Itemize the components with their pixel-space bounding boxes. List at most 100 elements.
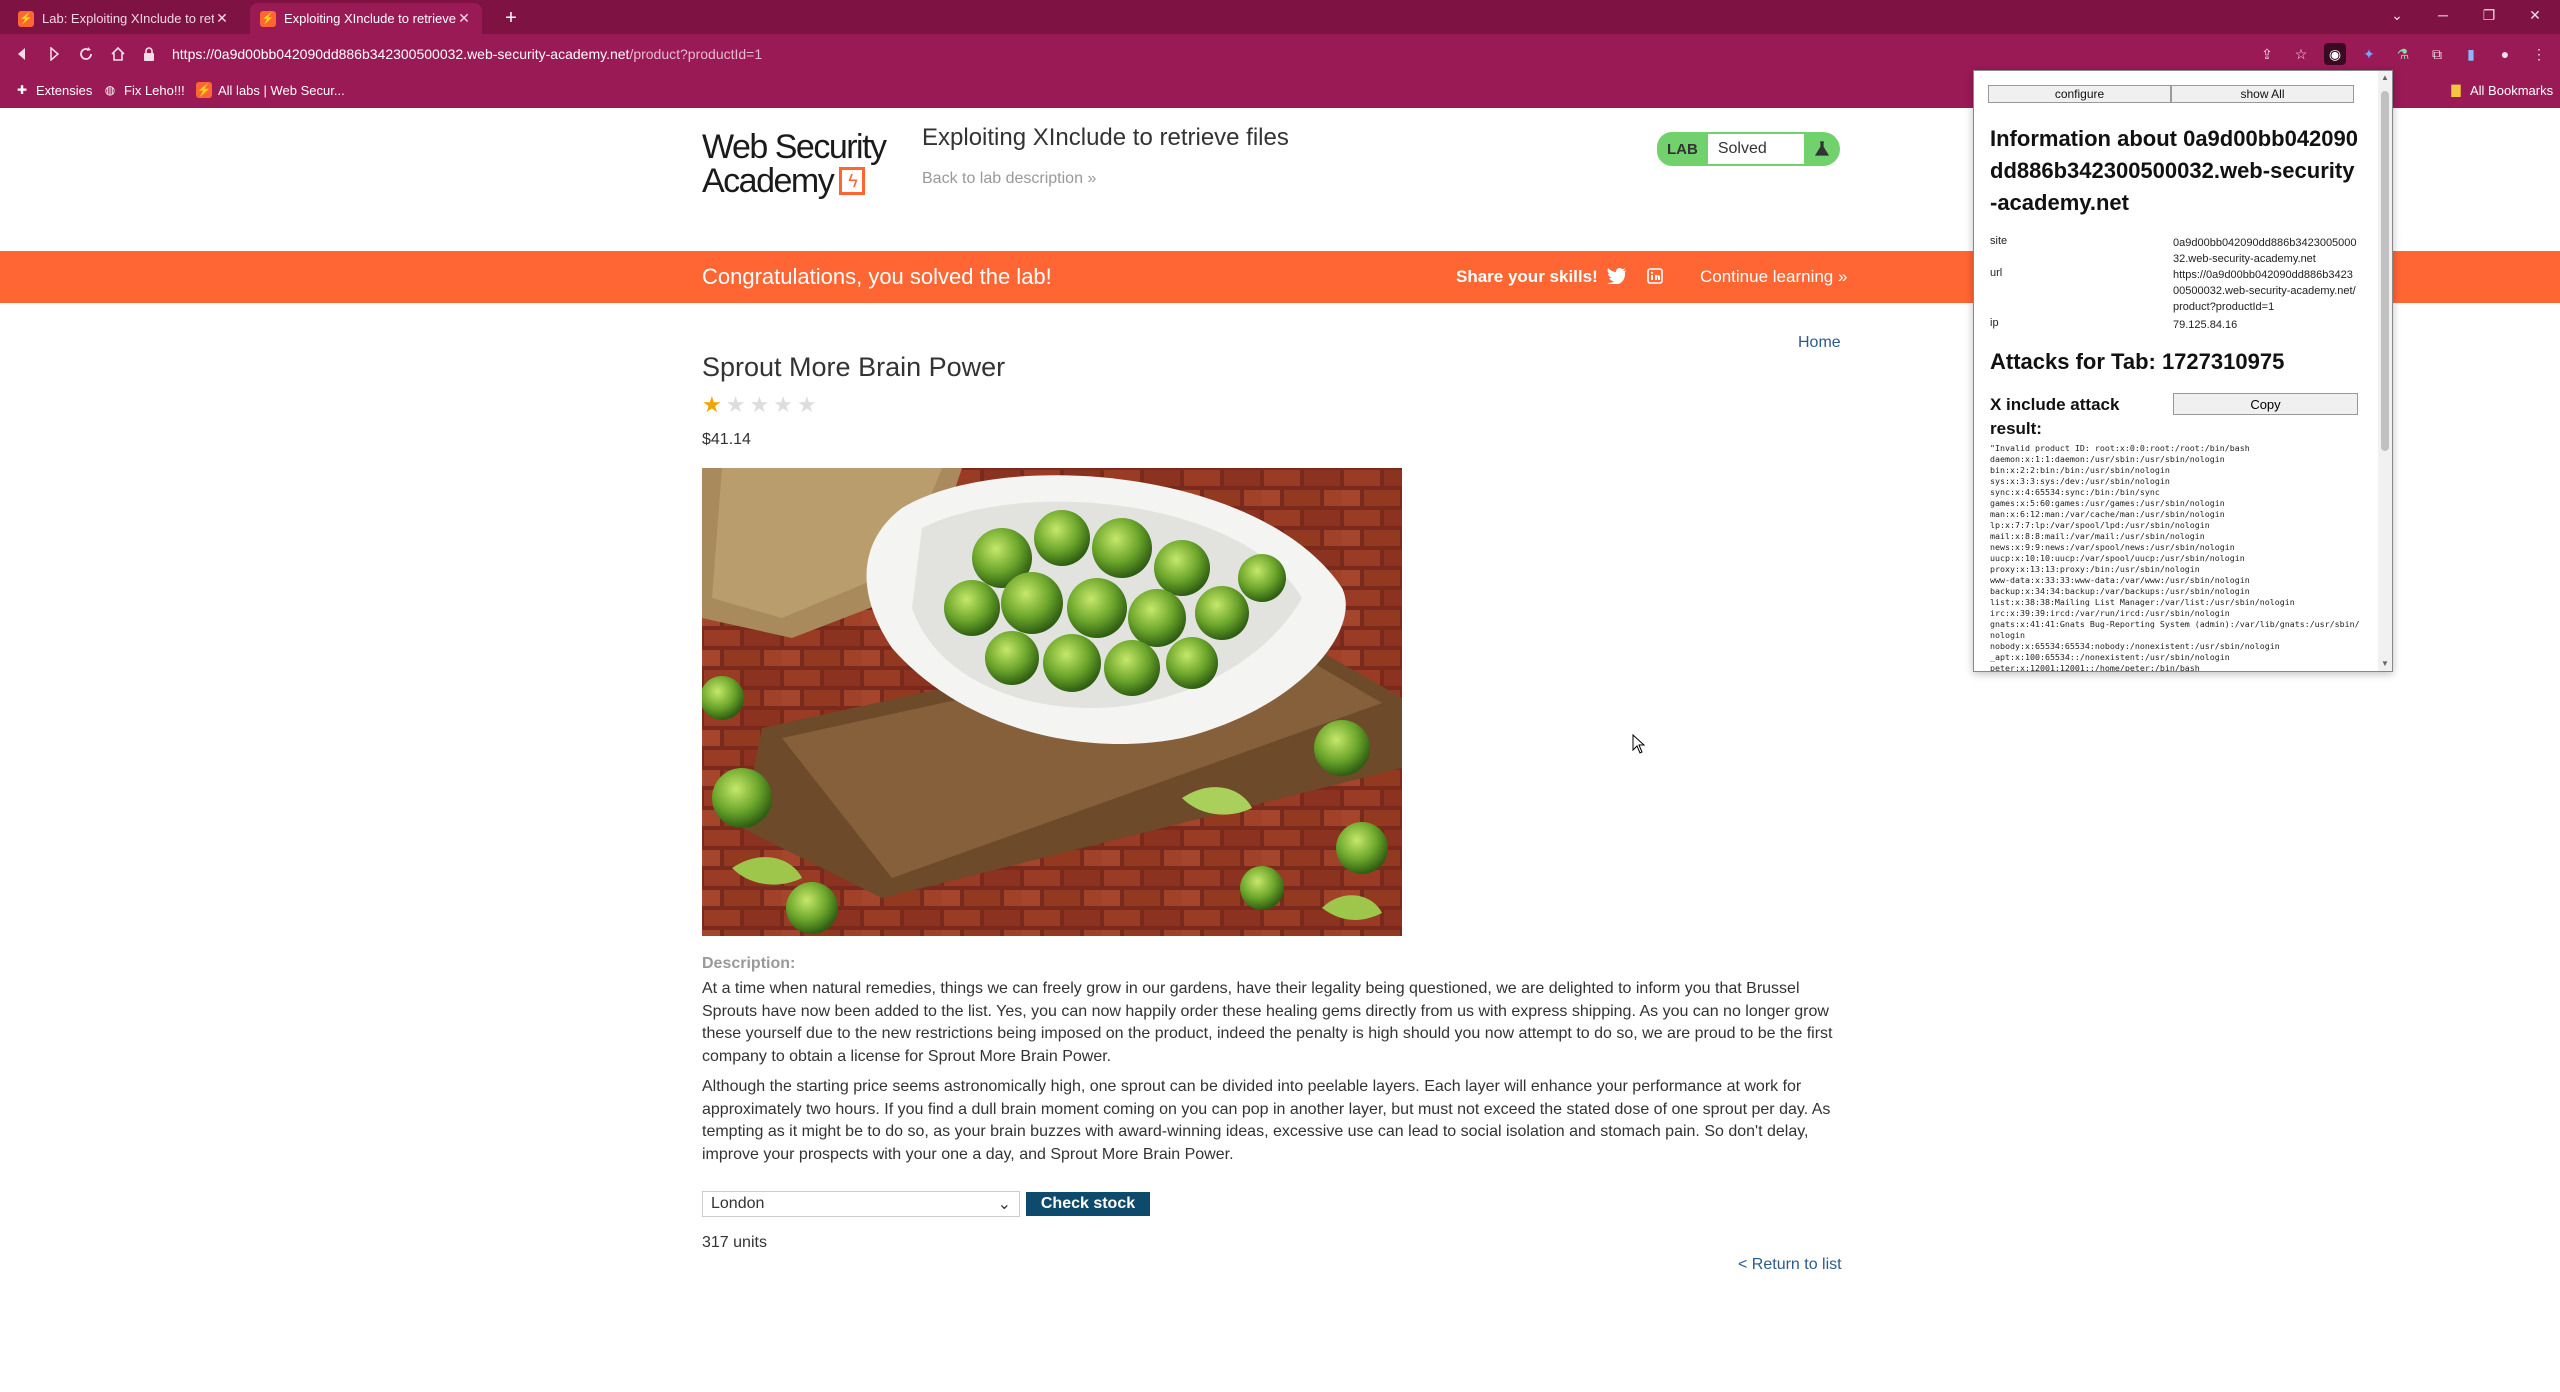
store-select[interactable]: London ⌄ [702,1191,1020,1217]
bookmark-extensies[interactable]: ✚ Extensies [14,82,92,98]
bookmark-label: Extensies [36,82,93,98]
linkedin-icon[interactable] [1644,265,1666,287]
scroll-down-arrow-icon[interactable]: ▼ [2381,659,2389,668]
logo-line2: Academy [702,162,835,200]
info-heading: Information about 0a9d00bb042090dd886b34… [1990,126,2358,215]
portswigger-icon: ⚡ [196,82,212,98]
double-chevron-icon: » [1838,267,1848,286]
forward-arrow-icon[interactable] [42,42,66,66]
product-title: Sprout More Brain Power [702,352,1006,382]
congratulations-text: Congratulations, you solved the lab! [702,264,1052,289]
bookmark-all-labs[interactable]: ⚡ All labs | Web Secur... [196,82,345,98]
lab-status-badge: LAB Solved [1657,132,1840,166]
tab-lab-description[interactable]: ⚡ Lab: Exploiting XInclude to retrie ✕ [8,3,240,34]
star-icon: ★ [749,392,770,417]
puzzle-icon: ✚ [16,83,28,97]
portswigger-icon: ⚡ [18,10,34,27]
bookmark-star-icon[interactable]: ☆ [2290,43,2312,65]
profile-avatar-icon[interactable]: ● [2494,43,2516,65]
restore-button[interactable]: ❐ [2466,0,2512,30]
star-icon: ★ [725,392,746,417]
extension-flask-icon[interactable]: ⚗ [2392,43,2414,65]
ip-value: 79.125.84.16 [2173,319,2238,331]
puzzle-icon[interactable]: ✦ [2358,43,2380,65]
extension-popup: configure show All Information about 0a9… [1973,70,2393,672]
lock-icon[interactable] [140,45,158,63]
return-to-list-link[interactable]: < Return to list [1738,1256,1842,1274]
chevron-down-icon: ⌄ [997,1196,1011,1213]
star-icon: ★ [773,392,793,417]
globe-icon: ◍ [104,83,116,97]
show-all-button[interactable]: show All [2171,85,2354,103]
ip-label: ip [1990,317,1999,329]
kebab-menu-icon[interactable]: ⋮ [2528,43,2550,65]
flask-icon [1803,132,1840,166]
rating-stars: ★ ★ ★ ★ ★ [702,394,817,416]
home-icon[interactable] [106,42,130,66]
scroll-up-arrow-icon[interactable]: ▲ [2381,73,2389,82]
tab-lab-product[interactable]: ⚡ Exploiting XInclude to retrieve fi ✕ [250,3,482,34]
home-link[interactable]: Home [1798,334,1841,352]
new-tab-button[interactable]: + [498,5,524,31]
attacks-heading: Attacks for Tab: 1727310975 [1990,349,2285,374]
product-image [702,468,1402,936]
double-chevron-icon: » [1087,170,1097,187]
bookmark-label: All labs | Web Secur... [218,82,345,98]
description-paragraph-1: At a time when natural remedies, things … [702,980,1833,1065]
minimize-button[interactable]: ─ [2420,0,2466,30]
extensions-menu-icon[interactable]: ⧉ [2426,43,2448,65]
continue-learning-label: Continue learning [1700,267,1834,286]
url-label: url [1990,267,2003,279]
bookmark-fix-leho[interactable]: ◍ Fix Leho!!! [102,82,185,98]
reload-icon[interactable] [74,42,98,66]
portswigger-icon: ⚡ [260,10,276,27]
web-security-academy-logo[interactable]: Web Security Academy ϟ [702,130,902,198]
tab-title: Exploiting XInclude to retrieve fi [284,11,456,26]
share-skills-text: Share your skills! [1456,267,1598,286]
star-icon: ★ [702,392,722,417]
back-arrow-icon[interactable] [10,42,34,66]
all-bookmarks[interactable]: ▇ All Bookmarks [2448,82,2553,98]
site-label: site [1990,235,2008,247]
back-to-lab-description-link[interactable]: Back to lab description » [922,170,1096,188]
description-label: Description: [702,955,796,972]
lab-status-text: Solved [1707,132,1804,166]
check-stock-button[interactable]: Check stock [1026,1192,1150,1216]
copy-button[interactable]: Copy [2173,393,2358,415]
lab-badge-label: LAB [1657,132,1708,166]
lab-title: Exploiting XInclude to retrieve files [922,124,1289,151]
toolbar-icons: ⇪ ☆ ◉ ✦ ⚗ ⧉ ▮ ● ⋮ [2256,42,2550,66]
tab-strip: ⚡ Lab: Exploiting XInclude to retrie ✕ ⚡… [0,0,2560,34]
xinclude-result-heading: X include attack result: [1990,395,2120,438]
address-bar[interactable]: https://0a9d00bb042090dd886b342300500032… [140,38,2270,70]
twitter-icon[interactable] [1606,265,1628,287]
side-panel-icon[interactable]: ▮ [2460,43,2482,65]
share-icon[interactable]: ⇪ [2256,43,2278,65]
configure-button[interactable]: configure [1988,85,2171,103]
url-host: https://0a9d00bb042090dd886b342300500032… [172,46,630,62]
site-value: 0a9d00bb042090dd886b342300500032.web-sec… [2173,237,2357,265]
mouse-cursor-icon [1632,733,1646,759]
extension-active-icon[interactable]: ◉ [2324,43,2346,65]
url-value: https://0a9d00bb042090dd886b342300500032… [2173,269,2356,313]
folder-icon: ▇ [2451,83,2461,97]
url-path: /product?productId=1 [629,46,763,62]
popup-scrollbar[interactable]: ▲ ▼ [2378,71,2392,671]
tab-title: Lab: Exploiting XInclude to retrie [42,11,214,26]
all-bookmarks-label: All Bookmarks [2470,82,2554,98]
lightning-bolt-icon: ϟ [839,167,866,195]
continue-learning-link[interactable]: Continue learning » [1700,267,1847,287]
scrollbar-thumb[interactable] [2381,91,2389,451]
xinclude-result-text: "Invalid product ID: root:x:0:0:root:/ro… [1990,443,2360,672]
back-link-label: Back to lab description [922,170,1083,187]
close-icon[interactable]: ✕ [456,10,472,27]
close-window-button[interactable]: ✕ [2512,0,2558,30]
close-icon[interactable]: ✕ [214,10,230,27]
stock-result: 317 units [702,1234,767,1251]
product-price: $41.14 [702,431,751,448]
store-select-value: London [711,1195,765,1212]
logo-line1: Web Security [702,128,887,166]
bookmark-label: Fix Leho!!! [124,82,185,98]
star-icon: ★ [796,392,817,417]
tab-search-icon[interactable]: ⌄ [2374,0,2420,30]
